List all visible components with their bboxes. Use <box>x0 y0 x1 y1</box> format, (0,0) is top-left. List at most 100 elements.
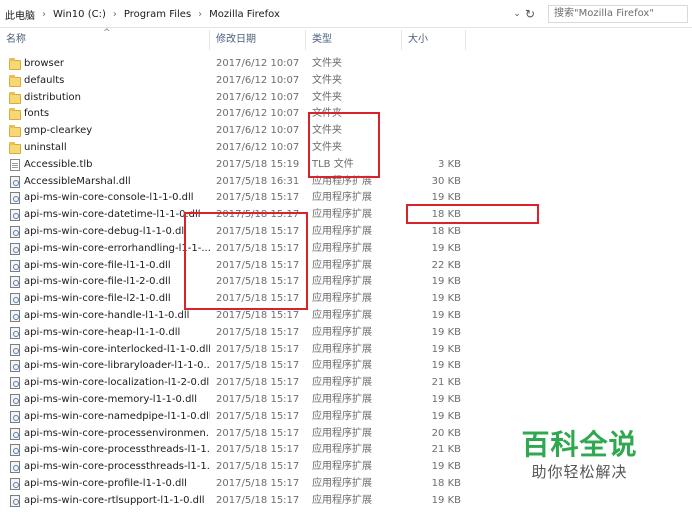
file-row[interactable]: api-ms-win-core-rtlsupport-l1-1-0.dll 201… <box>0 493 692 510</box>
breadcrumb-drive-c[interactable]: Win10 (C:) <box>48 9 111 20</box>
file-type: 应用程序扩展 <box>312 259 372 271</box>
file-date: 2017/5/18 16:31 <box>216 175 300 187</box>
file-size: 19 KB <box>431 276 461 288</box>
file-size: 19 KB <box>431 343 461 355</box>
file-row[interactable]: api-ms-win-core-namedpipe-l1-1-0.dll 2017… <box>0 409 692 426</box>
file-row[interactable]: api-ms-win-core-datetime-l1-1-0.dll 2017/… <box>0 207 692 224</box>
file-type: 应用程序扩展 <box>312 477 372 489</box>
file-size: 19 KB <box>431 461 461 473</box>
file-row[interactable]: api-ms-win-core-libraryloader-l1-1-0....… <box>0 358 692 375</box>
file-size: 19 KB <box>431 360 461 372</box>
chevron-right-icon[interactable]: › <box>111 9 119 20</box>
search-input[interactable]: 搜索"Mozilla Firefox" <box>548 5 688 23</box>
annotation-box-size <box>406 204 539 224</box>
dll-icon <box>10 225 20 238</box>
file-name: api-ms-win-core-heap-l1-1-0.dll <box>24 326 181 338</box>
file-name: api-ms-win-core-processthreads-l1-1... <box>24 461 210 473</box>
file-name: api-ms-win-core-interlocked-l1-1-0.dll <box>24 343 210 355</box>
file-name: api-ms-win-core-handle-l1-1-0.dll <box>24 309 190 321</box>
file-date: 2017/6/12 10:07 <box>216 58 300 69</box>
watermark: 百科全说 助你轻松解决 <box>512 428 647 482</box>
file-type: 应用程序扩展 <box>312 360 372 372</box>
file-size: 19 KB <box>431 410 461 422</box>
address-bar[interactable]: 此电脑 › Win10 (C:) › Program Files › Mozil… <box>0 0 692 28</box>
file-row[interactable]: api-ms-win-core-file-l2-1-0.dll 2017/5/18… <box>0 291 692 308</box>
file-name: api-ms-win-core-file-l1-2-0.dll <box>24 276 171 288</box>
column-header-size[interactable]: 大小 <box>402 30 466 50</box>
file-type: 应用程序扩展 <box>312 377 372 389</box>
file-type: 文件夹 <box>312 91 342 103</box>
file-type: 应用程序扩展 <box>312 242 372 254</box>
file-type: 应用程序扩展 <box>312 276 372 288</box>
folder-icon <box>9 91 21 104</box>
file-name: uninstall <box>24 141 67 153</box>
file-name: api-ms-win-core-rtlsupport-l1-1-0.dll <box>24 494 205 506</box>
file-date: 2017/5/18 15:17 <box>216 192 300 204</box>
folder-icon <box>9 108 21 121</box>
breadcrumb-program-files[interactable]: Program Files <box>119 9 196 20</box>
file-type: 应用程序扩展 <box>312 293 372 305</box>
breadcrumb-this-pc[interactable]: 此电脑 <box>0 7 40 22</box>
file-size: 19 KB <box>431 309 461 321</box>
folder-icon <box>9 58 21 70</box>
file-row[interactable]: api-ms-win-core-console-l1-1-0.dll 2017/5… <box>0 190 692 207</box>
file-name: api-ms-win-core-console-l1-1-0.dll <box>24 192 194 204</box>
dll-icon <box>10 276 20 289</box>
dll-icon <box>10 343 20 356</box>
file-size: 19 KB <box>431 326 461 338</box>
breadcrumb[interactable]: 此电脑 › Win10 (C:) › Program Files › Mozil… <box>0 5 527 23</box>
file-row[interactable]: api-ms-win-core-debug-l1-1-0.dll 2017/5/1… <box>0 224 692 241</box>
file-size: 19 KB <box>431 293 461 305</box>
column-header-type[interactable]: 类型 <box>306 30 402 50</box>
chevron-right-icon[interactable]: › <box>40 9 48 20</box>
file-name: Accessible.tlb <box>24 158 93 170</box>
file-type: 文件夹 <box>312 58 342 69</box>
folder-icon <box>9 74 21 87</box>
column-header-date[interactable]: 修改日期 <box>210 30 306 50</box>
file-row[interactable]: api-ms-win-core-file-l1-2-0.dll 2017/5/18… <box>0 274 692 291</box>
file-row[interactable]: api-ms-win-core-interlocked-l1-1-0.dll 20… <box>0 342 692 359</box>
file-date: 2017/5/18 15:19 <box>216 158 300 170</box>
file-name: api-ms-win-core-namedpipe-l1-1-0.dll <box>24 410 210 422</box>
file-date: 2017/6/12 10:07 <box>216 108 300 120</box>
file-date: 2017/5/18 15:17 <box>216 477 300 489</box>
file-row[interactable]: distribution 2017/6/12 10:07 文件夹 <box>0 90 692 107</box>
file-date: 2017/6/12 10:07 <box>216 125 300 137</box>
dll-icon <box>10 494 20 507</box>
file-type: 应用程序扩展 <box>312 343 372 355</box>
file-row[interactable]: browser 2017/6/12 10:07 文件夹 <box>0 56 692 73</box>
file-name: api-ms-win-core-file-l1-1-0.dll <box>24 259 171 271</box>
dll-icon <box>10 461 20 474</box>
file-date: 2017/5/18 15:17 <box>216 326 300 338</box>
file-row[interactable]: defaults 2017/6/12 10:07 文件夹 <box>0 73 692 90</box>
file-row[interactable]: api-ms-win-core-errorhandling-l1-1-... 20… <box>0 241 692 258</box>
file-name: AccessibleMarshal.dll <box>24 175 131 187</box>
dll-icon <box>10 209 20 222</box>
file-size: 3 KB <box>438 158 461 170</box>
file-type: 应用程序扩展 <box>312 494 372 506</box>
file-icon <box>10 158 20 171</box>
dll-icon <box>10 192 20 205</box>
dll-icon <box>10 427 20 440</box>
breadcrumb-mozilla-firefox[interactable]: Mozilla Firefox <box>204 9 285 20</box>
file-size: 22 KB <box>431 259 461 271</box>
refresh-icon[interactable]: ↻ <box>520 5 540 23</box>
file-name: api-ms-win-core-libraryloader-l1-1-0.... <box>24 360 210 372</box>
file-size: 21 KB <box>431 444 461 456</box>
file-row[interactable]: api-ms-win-core-memory-l1-1-0.dll 2017/5/… <box>0 392 692 409</box>
file-date: 2017/5/18 15:17 <box>216 444 300 456</box>
file-date: 2017/5/18 15:17 <box>216 427 300 439</box>
file-row[interactable]: api-ms-win-core-handle-l1-1-0.dll 2017/5/… <box>0 308 692 325</box>
file-name: api-ms-win-core-profile-l1-1-0.dll <box>24 477 187 489</box>
column-header-name[interactable]: 名称 <box>0 30 210 50</box>
file-name: distribution <box>24 91 81 103</box>
watermark-title: 百科全说 <box>521 428 638 461</box>
file-date: 2017/5/18 15:17 <box>216 309 300 321</box>
chevron-right-icon[interactable]: › <box>196 9 204 20</box>
file-name: defaults <box>24 74 65 86</box>
file-row[interactable]: api-ms-win-core-heap-l1-1-0.dll 2017/5/18… <box>0 325 692 342</box>
file-size: 19 KB <box>431 242 461 254</box>
dll-icon <box>10 326 20 339</box>
file-row[interactable]: api-ms-win-core-file-l1-1-0.dll 2017/5/18… <box>0 258 692 275</box>
file-row[interactable]: api-ms-win-core-localization-l1-2-0.dll 2… <box>0 375 692 392</box>
